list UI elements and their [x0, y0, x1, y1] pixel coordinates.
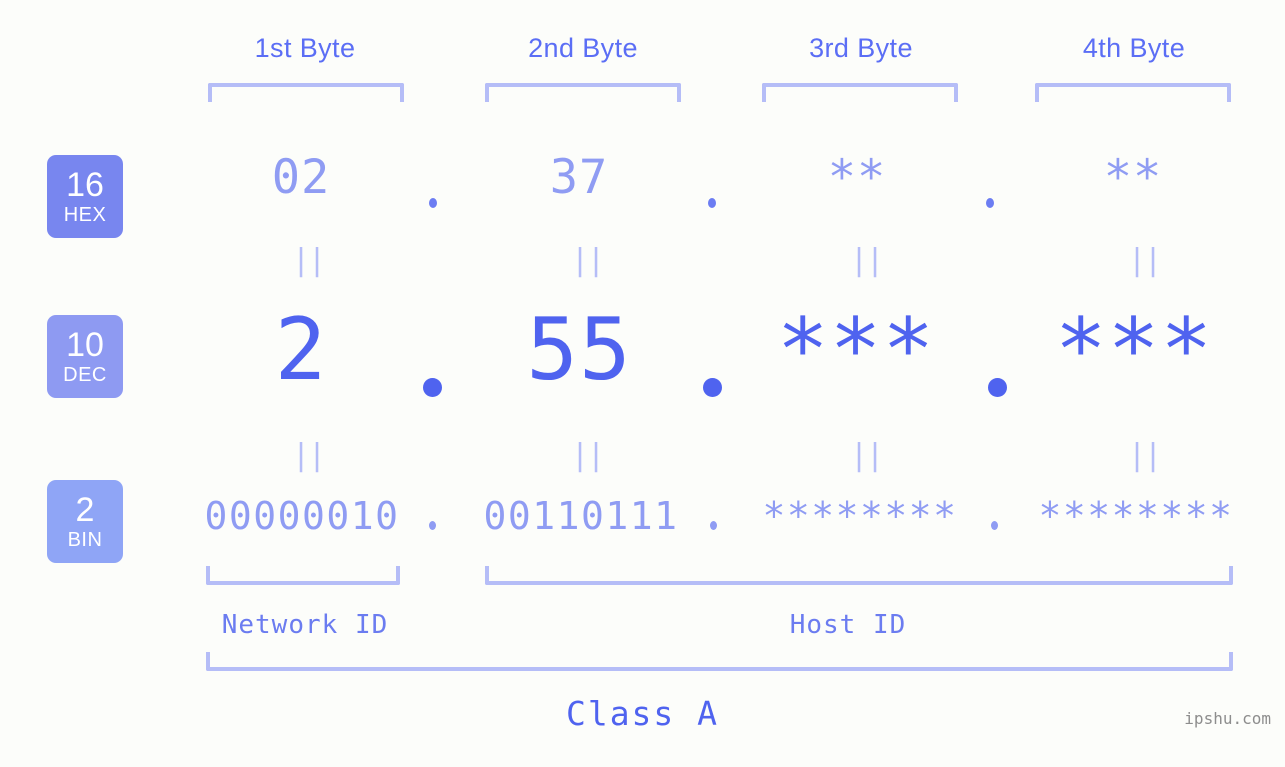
base-badge-dec-number: 10	[66, 326, 104, 364]
ip-breakdown-diagram: 1st Byte 2nd Byte 3rd Byte 4th Byte 16 H…	[0, 0, 1285, 767]
hex-separator-dot-2	[708, 198, 716, 208]
base-badge-bin-name: BIN	[67, 529, 103, 551]
bin-byte-2: 00110111	[483, 494, 679, 538]
network-id-bracket	[206, 566, 400, 585]
bin-byte-4: ********	[1038, 494, 1234, 538]
hex-byte-2: 37	[549, 150, 609, 205]
dec-separator-dot-3	[988, 378, 1007, 397]
base-badge-bin-number: 2	[75, 491, 95, 529]
host-id-bracket	[485, 566, 1233, 585]
equals-mark-decbin-2: ||	[571, 438, 605, 473]
byte-header-2: 2nd Byte	[528, 33, 638, 63]
class-bracket	[206, 652, 1233, 671]
hex-separator-dot-1	[429, 198, 437, 208]
byte-header-1: 1st Byte	[254, 33, 356, 63]
equals-mark-decbin-1: ||	[292, 438, 326, 473]
bin-separator-dot-1	[429, 521, 436, 530]
dec-byte-2: 55	[526, 300, 632, 400]
bin-separator-dot-2	[710, 521, 717, 530]
dec-separator-dot-1	[423, 378, 442, 397]
bin-byte-3: ********	[762, 494, 958, 538]
host-id-label: Host ID	[789, 610, 907, 640]
dec-separator-dot-2	[703, 378, 722, 397]
equals-mark-decbin-3: ||	[850, 438, 884, 473]
base-badge-dec-name: DEC	[63, 364, 107, 386]
equals-mark-hexdec-1: ||	[292, 243, 326, 278]
equals-mark-hexdec-3: ||	[850, 243, 884, 278]
hex-separator-dot-3	[986, 198, 994, 208]
network-id-label: Network ID	[221, 610, 389, 640]
hex-byte-4: **	[1103, 150, 1163, 205]
byte-bracket-1	[208, 83, 404, 102]
site-watermark: ipshu.com	[1184, 709, 1271, 728]
equals-mark-decbin-4: ||	[1128, 438, 1162, 473]
byte-bracket-2	[485, 83, 681, 102]
byte-header-3: 3rd Byte	[809, 33, 913, 63]
dec-byte-1: 2	[274, 300, 328, 400]
equals-mark-hexdec-4: ||	[1128, 243, 1162, 278]
hex-byte-1: 02	[271, 150, 331, 205]
dec-byte-3: ***	[776, 300, 936, 400]
bin-byte-1: 00000010	[204, 494, 400, 538]
byte-bracket-3	[762, 83, 958, 102]
class-label: Class A	[565, 694, 720, 733]
equals-mark-hexdec-2: ||	[571, 243, 605, 278]
base-badge-hex-name: HEX	[63, 204, 107, 226]
hex-byte-3: **	[827, 150, 887, 205]
base-badge-hex-number: 16	[66, 166, 104, 204]
base-badge-hex: 16 HEX	[47, 155, 123, 238]
base-badge-bin: 2 BIN	[47, 480, 123, 563]
byte-bracket-4	[1035, 83, 1231, 102]
dec-byte-4: ***	[1054, 300, 1214, 400]
byte-header-4: 4th Byte	[1082, 33, 1186, 63]
bin-separator-dot-3	[991, 521, 998, 530]
base-badge-dec: 10 DEC	[47, 315, 123, 398]
